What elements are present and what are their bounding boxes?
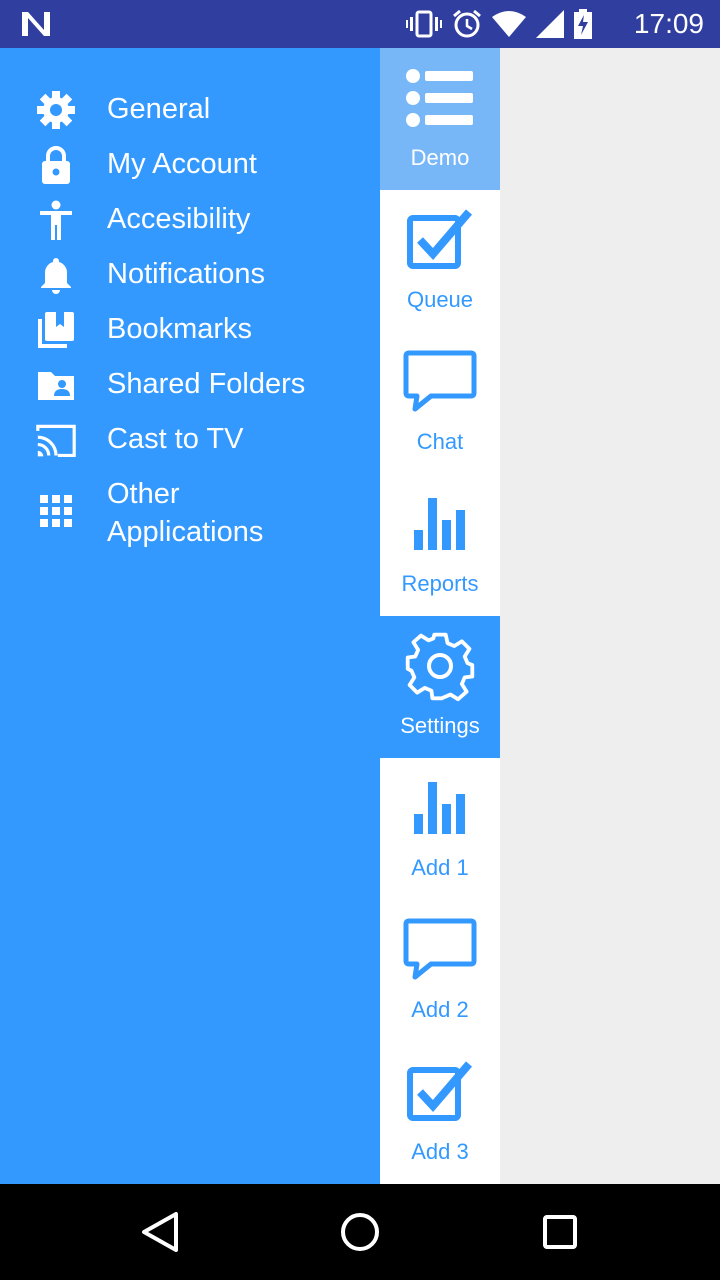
rail-item-label: Add 3 [411,1139,469,1164]
list-icon [402,60,478,136]
drawer-item-label: Cast to TV [107,423,244,455]
accessibility-icon [36,200,76,240]
cast-icon [36,420,76,460]
rail-item-label: Add 1 [411,855,469,880]
status-bar: 17:09 [0,0,720,48]
rail-item-label: Settings [400,713,480,738]
drawer-item-accessibility[interactable]: Accesibility [0,200,380,255]
chat-bubble-icon [402,912,478,988]
wifi-icon [492,11,526,37]
rail-item-demo[interactable]: Demo [380,48,500,190]
status-time: 17:09 [633,8,704,39]
status-icons [406,8,592,40]
rail-item-add-1[interactable]: Add 1 [380,758,500,900]
alarm-icon [453,9,481,38]
recents-button[interactable] [534,1206,586,1258]
rail-item-label: Add 2 [411,997,469,1022]
drawer-item-my-account[interactable]: My Account [0,145,380,200]
signal-icon [536,10,564,38]
chat-bubble-icon [402,344,478,420]
drawer-item-label: My Account [107,148,257,180]
checkbox-icon [402,202,478,278]
drawer-item-other-applications[interactable]: Other Applications [0,475,380,551]
rail-item-settings[interactable]: Settings [380,616,500,758]
drawer-item-notifications[interactable]: Notifications [0,255,380,310]
rail-item-label: Reports [401,571,479,596]
side-rail: Demo Queue Chat Reports Settings Add 1 A… [380,48,500,1184]
rail-item-label: Queue [406,287,474,312]
apps-grid-icon [36,491,76,531]
home-button[interactable] [334,1206,386,1258]
drawer-item-general[interactable]: General [0,90,380,145]
drawer-item-label: General [107,93,211,125]
checkbox-icon [402,1054,478,1130]
back-icon [142,1212,178,1252]
rail-item-label: Demo [410,145,470,170]
bar-chart-icon [402,486,478,562]
bookmarks-icon [36,310,76,350]
rail-item-chat[interactable]: Chat [380,332,500,474]
drawer-item-shared-folders[interactable]: Shared Folders [0,365,380,420]
rail-item-add-2[interactable]: Add 2 [380,900,500,1042]
recents-icon [543,1215,577,1249]
system-nav-bar [0,1184,720,1280]
rail-item-add-3[interactable]: Add 3 [380,1042,500,1184]
drawer-item-label: Notifications [107,258,265,290]
back-button[interactable] [134,1206,186,1258]
rail-item-queue[interactable]: Queue [380,190,500,332]
drawer-menu: General My Account Accesibility Notifica… [0,90,380,551]
n-logo-icon [22,12,50,36]
lock-icon [36,145,76,185]
drawer-item-label: Shared Folders [107,368,306,400]
drawer-item-label: Other Applications [107,478,264,548]
battery-charging-icon [574,9,592,39]
rail-item-label: Chat [416,429,464,454]
drawer-item-label: Bookmarks [107,313,253,345]
bell-icon [36,255,76,295]
bar-chart-icon [402,770,478,846]
gear-icon [36,90,76,130]
home-icon [341,1213,379,1251]
gear-outline-icon [402,628,478,704]
rail-item-reports[interactable]: Reports [380,474,500,616]
vibrate-icon [406,10,442,38]
drawer-item-cast-to-tv[interactable]: Cast to TV [0,420,380,475]
shared-folder-icon [36,365,76,405]
drawer-item-bookmarks[interactable]: Bookmarks [0,310,380,365]
background-text: wer [500,600,620,631]
drawer-item-label: Accesibility [107,203,251,235]
navigation-drawer: General My Account Accesibility Notifica… [0,48,380,1184]
